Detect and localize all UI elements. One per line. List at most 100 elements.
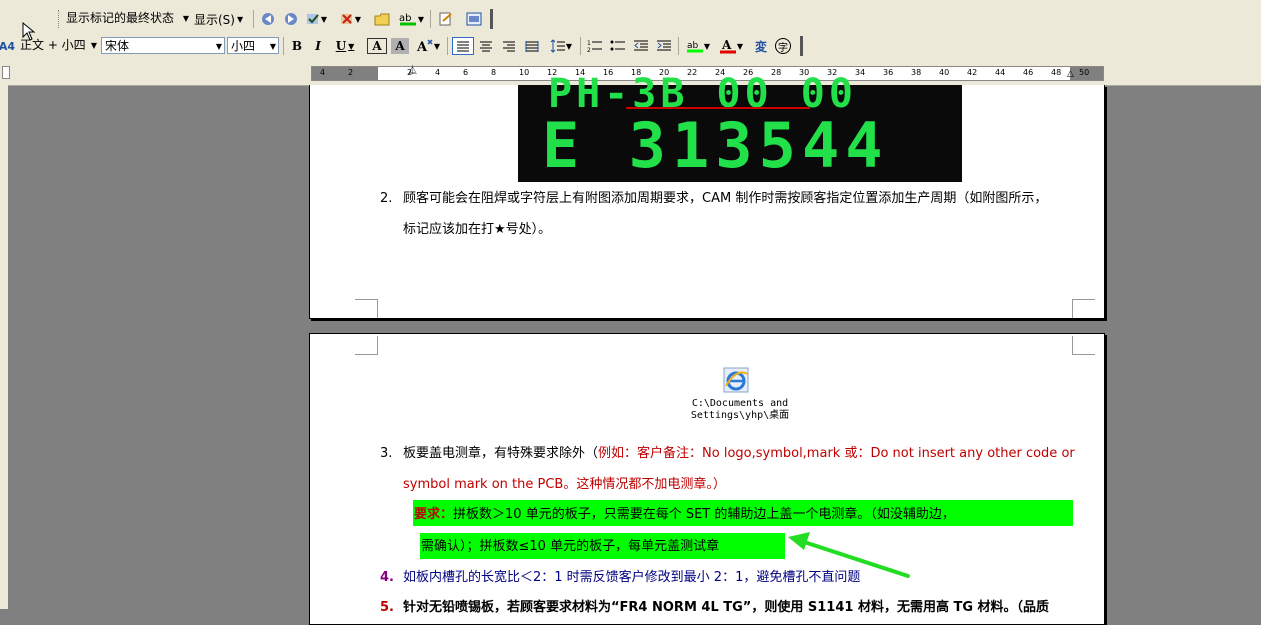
caption-line-1: C:\Documents and [691,398,789,409]
toolbar-overflow[interactable] [490,9,496,29]
character-shading-button[interactable]: A [391,38,409,54]
requirement-line-2: 需确认）；拼板数≤10 单元的板子，每单元盖测试章 [421,539,720,554]
font-dropdown[interactable]: 宋体 ▼ [101,37,225,54]
item3-line-1: 板要盖电测章，有特殊要求除外（例如：客户备注：No logo,symbol,ma… [403,438,1075,469]
next-change-icon[interactable] [281,10,301,28]
ruler-tick-label: 44 [995,68,1006,77]
ruler-tick-label: 40 [939,68,950,77]
ruler-tick-label: 2 [348,68,354,77]
markup-state-label: 显示标记的最终状态 [66,11,175,25]
reviewing-pane-icon[interactable] [464,10,484,28]
vertical-ruler [0,85,8,609]
margin-corner-mark [1072,299,1095,318]
separator [580,37,581,55]
list-number: 2. [380,191,393,206]
document-page-1[interactable]: PH-3B 00 00 E 313544 2. 顾客可能会在阻焊或字符层上有附图… [309,71,1105,319]
item2-line-1: 顾客可能会在阻焊或字符层上有附图添加周期要求，CAM 制作时需按顾客指定位置添加… [403,191,1048,206]
embedded-object-caption: C:\Documents and Settings\yhp\桌面 [675,398,805,422]
font-color-icon[interactable]: A ▼ [716,37,746,55]
requirement-line-1: 要求：拼板数＞10 单元的板子，只需要在每个 SET 的辅助边上盖一个电测章。（… [414,500,955,530]
align-justify-icon[interactable] [452,37,474,55]
accept-change-icon[interactable]: ▼ [304,10,328,28]
annotation-arrow-icon [788,532,910,578]
markup-state-dropdown[interactable]: 显示标记的最终状态 ▼ [63,10,191,27]
requirement-label: 要求： [414,507,454,522]
font-value: 宋体 [105,39,130,53]
font-size-dropdown[interactable]: 小四 ▼ [227,37,279,54]
styles-icon[interactable]: A4 [0,37,15,55]
plate-line-2: E 313544 [542,109,889,182]
margin-corner-mark [355,299,378,318]
align-right-icon[interactable] [499,37,519,55]
chevron-down-icon: ▼ [90,41,97,50]
svg-text:A: A [721,38,732,52]
ruler-tick-label: 8 [491,68,497,77]
license-plate-image: PH-3B 00 00 E 313544 [518,71,962,182]
ruler-tick-label: 6 [463,68,469,77]
decrease-indent-icon[interactable] [631,37,651,55]
separator [678,37,679,55]
underline-button[interactable]: U ▼ [332,37,358,55]
line-spacing-icon[interactable]: ▼ [546,37,576,55]
enclose-characters-button[interactable]: 字 [775,38,791,54]
distributed-align-icon[interactable] [522,37,542,55]
separator [447,37,448,55]
toolbar-overflow[interactable] [800,36,806,56]
list-number: 3. [380,446,393,461]
separator [253,10,254,28]
highlight-icon[interactable]: ab ▼ [683,37,713,55]
internet-explorer-icon[interactable] [722,366,750,394]
svg-text:ab: ab [399,13,411,24]
chevron-down-icon: ▼ [236,14,244,24]
text-effects-icon[interactable]: A ▼ [413,37,443,55]
chevron-down-icon: ▼ [215,42,222,51]
show-menu-button[interactable]: 显示(S) ▼ [194,10,250,28]
character-border-button[interactable]: A [367,38,387,54]
document-page-2[interactable]: C:\Documents and Settings\yhp\桌面 3. 板要盖电… [309,333,1105,625]
increase-indent-icon[interactable] [654,37,674,55]
phonetic-guide-button[interactable]: 変 [752,37,770,55]
separator [430,10,431,28]
font-size-value: 小四 [231,39,256,53]
margin-corner-mark [1072,336,1095,355]
underline-label: U [335,39,347,53]
item2-line-2: 标记应该加在打★号处）。 [403,222,552,237]
mouse-cursor-icon [22,22,36,41]
ruler-tick-label: 10 [519,68,530,77]
item3-line-2: symbol mark on the PCB。这种情况都不加电测章。） [403,477,726,492]
folder-icon[interactable] [372,10,392,28]
align-center-icon[interactable] [476,37,496,55]
bullets-icon[interactable] [608,37,628,55]
previous-change-icon[interactable] [258,10,278,28]
svg-text:A: A [416,40,428,54]
ruler-tick-label: 48 [1051,68,1062,77]
svg-text:1: 1 [587,40,591,47]
show-label: 显示(S) [194,12,235,27]
ruler-tick-label: 42 [967,68,978,77]
tab-selector[interactable] [2,66,10,79]
formatting-toolbar: A4 正文 + 小四 ▼ 宋体 ▼ 小四 ▼ B I U ▼ A A A ▼ ▼ 12 a… [0,33,1261,60]
track-changes-icon[interactable] [436,10,456,28]
caption-line-2: Settings\yhp\桌面 [690,410,790,421]
requirement-text: 拼板数＞10 单元的板子，只需要在每个 SET 的辅助边上盖一个电测章。（如没辅… [453,507,955,522]
chevron-down-icon: ▼ [182,14,189,23]
item3-example: 例如：客户备注：No logo,symbol,mark 或：Do not ins… [598,446,1075,461]
indent-marker-icon[interactable]: ⏅ [408,63,417,76]
highlight-changes-icon[interactable]: ab ▼ [394,10,428,28]
svg-text:2: 2 [587,47,591,53]
ruler-tick-label: 4 [320,68,326,77]
ruler-tick-label: 50 [1079,68,1090,77]
right-indent-marker-icon[interactable]: △ [1067,69,1074,79]
item5-text: 针对无铅喷锡板，若顾客要求材料为“FR4 NORM 4L TG”，则使用 S11… [403,600,1050,615]
reject-change-icon[interactable]: ▼ [338,10,362,28]
item3-text: 板要盖电测章，有特殊要求除外（ [403,446,599,461]
list-number: 5. [380,600,394,615]
list-number: 4. [380,570,394,585]
reviewing-toolbar: 显示标记的最终状态 ▼ 显示(S) ▼ ▼ ▼ ab ▼ [0,6,1261,34]
numbering-icon[interactable]: 12 [585,37,605,55]
ruler-tick-label: 36 [883,68,894,77]
bold-button[interactable]: B [288,37,306,55]
toolbar-grip[interactable] [58,10,62,28]
chevron-down-icon: ▼ [269,42,276,51]
italic-button[interactable]: I [309,37,327,55]
